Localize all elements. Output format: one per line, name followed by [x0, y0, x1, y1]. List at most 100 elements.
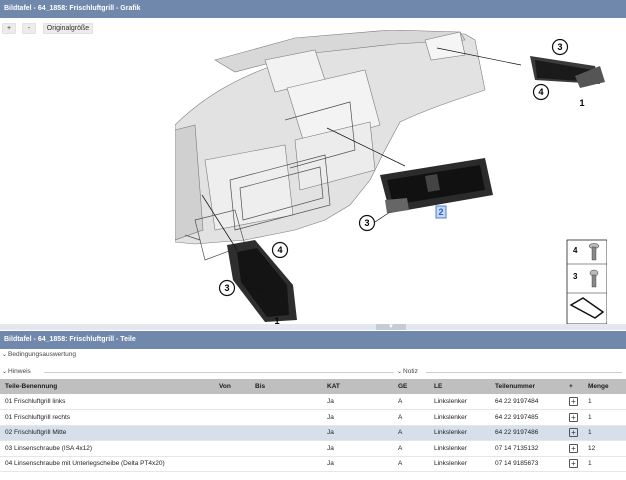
cell-kat: Ja	[322, 409, 393, 426]
chevron-down-icon: ⌄	[397, 369, 403, 375]
hint-divider	[44, 372, 394, 373]
right-vent[interactable]	[530, 56, 605, 88]
callout-4-left[interactable]: 4	[271, 241, 289, 259]
svg-text:3: 3	[557, 42, 562, 52]
center-vent[interactable]	[380, 158, 493, 213]
table-header: Teile-Benennung Von Bis KAT GE LE Teilen…	[0, 379, 626, 394]
legend-label-3: 3	[573, 272, 578, 281]
cell-le: Linkslenker	[429, 456, 490, 472]
callout-3-right[interactable]: 3	[551, 38, 569, 56]
cell-part: 64 22 9197484	[490, 394, 564, 410]
callout-3-center[interactable]: 3	[358, 214, 376, 232]
parts-panel-title: Bildtafel - 64_1858: Frischluftgrill - T…	[0, 331, 626, 349]
svg-text:3: 3	[364, 218, 369, 228]
cell-add: +	[564, 425, 583, 441]
svg-text:4: 4	[277, 245, 282, 255]
cell-ge: A	[393, 394, 429, 410]
cell-bis	[250, 425, 322, 441]
cell-name: 03 Linsenschraube (ISA 4x12)	[0, 440, 214, 457]
col-header-ge[interactable]: GE	[393, 379, 429, 394]
legend-label-4: 4	[573, 246, 578, 255]
cell-part: 07 14 7135132	[490, 440, 564, 457]
cell-von	[214, 425, 250, 441]
add-to-cart-icon[interactable]: +	[569, 412, 578, 422]
zoom-toolbar: + - Originalgröße	[0, 23, 200, 35]
cell-qty: 1	[583, 394, 626, 410]
cell-qty: 1	[583, 456, 626, 472]
cell-part: 64 22 9197485	[490, 409, 564, 426]
callout-1-left[interactable]: 1	[274, 316, 279, 324]
panel-splitter[interactable]: ▼	[0, 324, 626, 330]
svg-text:3: 3	[224, 283, 229, 293]
cell-le: Linkslenker	[429, 425, 490, 441]
table-row[interactable]: 01 Frischluftgrill links Ja A Linkslenker 64…	[0, 394, 626, 410]
cell-add: +	[564, 456, 583, 472]
cell-ge: A	[393, 440, 429, 457]
col-header-name[interactable]: Teile-Benennung	[0, 379, 214, 394]
note-divider	[426, 372, 622, 373]
cell-bis	[250, 456, 322, 472]
hint-toggle[interactable]: ⌄Hinweis	[2, 367, 33, 377]
callout-2-center[interactable]: 2	[435, 205, 447, 219]
col-header-add[interactable]: +	[564, 379, 583, 394]
original-size-button[interactable]: Originalgröße	[43, 23, 93, 34]
cell-name: 01 Frischluftgrill links	[0, 394, 214, 410]
col-header-kat[interactable]: KAT	[322, 379, 393, 394]
zoom-in-button[interactable]: +	[2, 23, 16, 34]
add-to-cart-icon[interactable]: +	[569, 459, 578, 469]
conditions-label: Bedingungsauswertung	[8, 351, 76, 358]
cell-le: Linkslenker	[429, 394, 490, 410]
parts-table: Teile-Benennung Von Bis KAT GE LE Teilen…	[0, 379, 626, 472]
cell-add: +	[564, 394, 583, 410]
cell-add: +	[564, 409, 583, 426]
zoom-out-button[interactable]: -	[22, 23, 36, 34]
cell-name: 04 Linsenschraube mit Unterlegscheibe (D…	[0, 456, 214, 472]
callout-3-left[interactable]: 3	[218, 279, 236, 297]
chevron-down-icon: ⌄	[2, 352, 8, 358]
table-row[interactable]: 01 Frischluftgrill rechts Ja A Linkslenker 6…	[0, 409, 626, 426]
col-header-partnumber[interactable]: Teilenummer	[490, 379, 564, 394]
cell-von	[214, 409, 250, 426]
cell-le: Linkslenker	[429, 409, 490, 426]
cell-kat: Ja	[322, 456, 393, 472]
callout-1-right[interactable]: 1	[579, 98, 584, 108]
cell-kat: Ja	[322, 425, 393, 441]
cell-add: +	[564, 440, 583, 457]
table-row[interactable]: 03 Linsenschraube (ISA 4x12) Ja A Linkslenk…	[0, 440, 626, 457]
svg-text:4: 4	[538, 87, 543, 97]
cell-kat: Ja	[322, 440, 393, 457]
cell-kat: Ja	[322, 394, 393, 410]
col-header-qty[interactable]: Menge	[583, 379, 626, 394]
cell-von	[214, 440, 250, 457]
cell-qty: 1	[583, 409, 626, 426]
cell-bis	[250, 440, 322, 457]
cell-part: 64 22 9197486	[490, 425, 564, 441]
add-to-cart-icon[interactable]: +	[569, 443, 578, 453]
chevron-down-icon: ⌄	[2, 369, 8, 375]
cell-von	[214, 394, 250, 410]
collapse-arrow-icon[interactable]: ▼	[376, 324, 406, 330]
add-to-cart-icon[interactable]: +	[569, 397, 578, 406]
table-row[interactable]: 02 Frischluftgrill Mitte Ja A Linkslenker 64…	[0, 425, 626, 441]
cell-qty: 12	[583, 440, 626, 457]
parts-diagram[interactable]: 3 4 1 2 3 4 3 1 4 3	[175, 30, 607, 324]
fastener-legend: 4 3	[566, 239, 607, 324]
cell-bis	[250, 409, 322, 426]
col-header-bis[interactable]: Bis	[250, 379, 322, 394]
cell-ge: A	[393, 425, 429, 441]
col-header-le[interactable]: LE	[429, 379, 490, 394]
graphic-panel-title: Bildtafel - 64_1858: Frischluftgrill - G…	[0, 0, 626, 18]
note-toggle[interactable]: ⌄Notiz	[397, 367, 420, 377]
conditions-section[interactable]: ⌄Bedingungsauswertung	[0, 350, 626, 360]
callout-4-right[interactable]: 4	[532, 83, 550, 101]
cell-part: 07 14 9185673	[490, 456, 564, 472]
cell-von	[214, 456, 250, 472]
cell-name: 01 Frischluftgrill rechts	[0, 409, 214, 426]
cell-qty: 1	[583, 425, 626, 441]
col-header-von[interactable]: Von	[214, 379, 250, 394]
cell-bis	[250, 394, 322, 410]
cell-le: Linkslenker	[429, 440, 490, 457]
add-to-cart-icon[interactable]: +	[569, 428, 578, 438]
svg-text:2: 2	[438, 207, 443, 217]
table-row[interactable]: 04 Linsenschraube mit Unterlegscheibe (D…	[0, 456, 626, 472]
